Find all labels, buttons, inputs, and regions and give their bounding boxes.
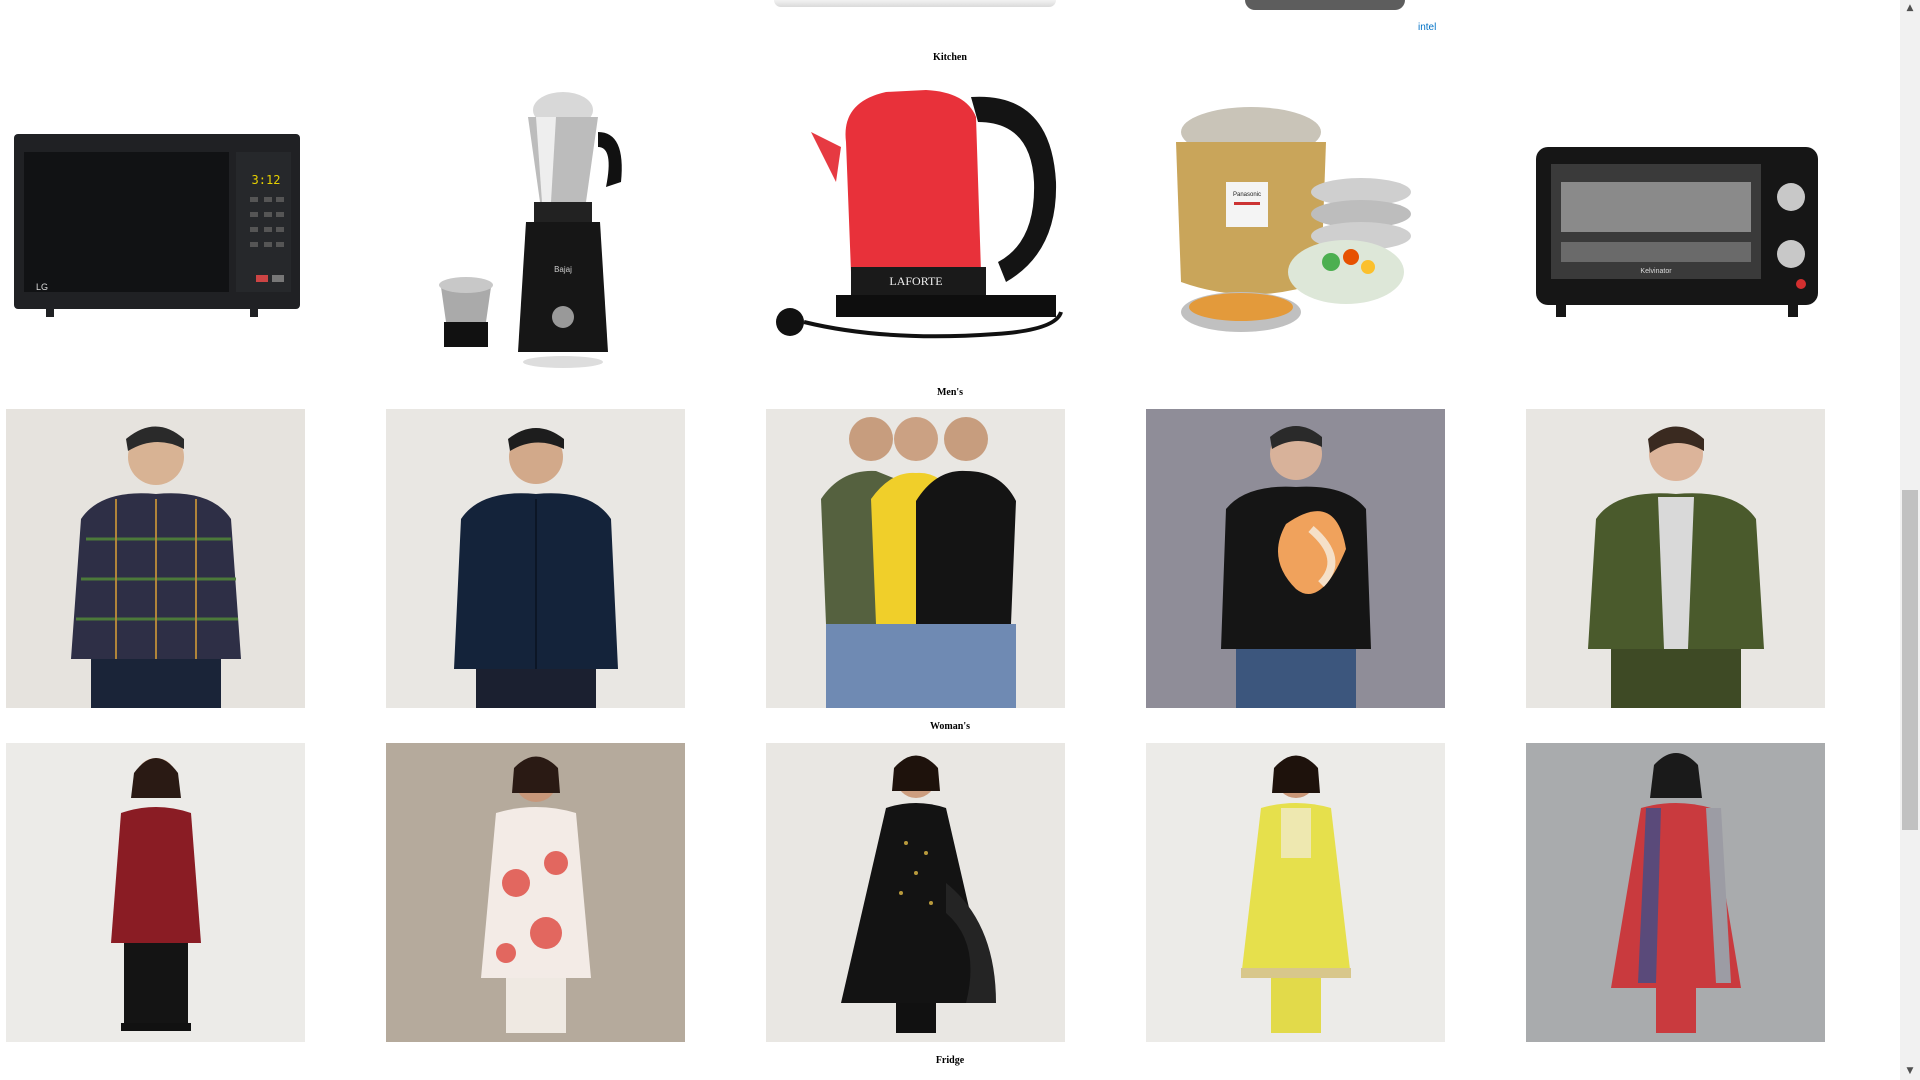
svg-text:Bajaj: Bajaj — [554, 265, 572, 274]
partial-product-appliance[interactable] — [774, 0, 1056, 7]
vertical-scrollbar[interactable]: ▲ ▼ — [1900, 0, 1920, 1080]
mixer-grinder-image: Bajaj — [386, 72, 685, 371]
product-card-otg-oven[interactable]: Kelvinator — [1526, 72, 1825, 371]
black-anarkali-image — [766, 743, 1065, 1042]
microwave-image: 3:12 LG — [6, 72, 305, 371]
electric-kettle-image: LAFORTE — [766, 72, 1065, 371]
product-card-maroon-kurta[interactable] — [6, 743, 305, 1042]
product-card-denim-jacket[interactable] — [1526, 409, 1825, 708]
svg-text:Panasonic: Panasonic — [1233, 192, 1261, 198]
denim-jacket-image — [1526, 409, 1825, 708]
product-card-checked-shirt[interactable] — [6, 409, 305, 708]
product-card-electric-kettle[interactable]: LAFORTE — [766, 72, 1065, 371]
partial-product-laptop[interactable] — [1245, 0, 1405, 10]
section-heading-womens: Woman's — [929, 721, 970, 732]
maroon-kurta-image — [6, 743, 305, 1042]
product-card-printed-tshirt[interactable] — [1146, 409, 1445, 708]
svg-text:Kelvinator: Kelvinator — [1640, 268, 1672, 275]
product-card-yellow-kurta[interactable] — [1146, 743, 1445, 1042]
red-kurta-image — [1526, 743, 1825, 1042]
product-card-black-anarkali[interactable] — [766, 743, 1065, 1042]
product-card-microwave[interactable]: 3:12 LG — [6, 72, 305, 371]
top-partial-row — [0, 0, 1900, 20]
otg-oven-image: Kelvinator — [1526, 72, 1825, 371]
printed-tshirt-image — [1146, 409, 1445, 708]
tshirt-pack-image — [766, 409, 1065, 708]
checked-shirt-image — [6, 409, 305, 708]
svg-text:LAFORTE: LAFORTE — [889, 274, 942, 288]
product-card-red-kurta[interactable] — [1526, 743, 1825, 1042]
navy-shirt-image — [386, 409, 685, 708]
scrollbar-thumb[interactable] — [1902, 490, 1918, 830]
scroll-up-arrow-icon[interactable]: ▲ — [1900, 0, 1920, 17]
section-heading-kitchen: Kitchen — [933, 52, 967, 63]
section-heading-fridge: Fridge — [935, 1055, 965, 1066]
yellow-kurta-image — [1146, 743, 1445, 1042]
rice-cooker-image: Panasonic — [1146, 72, 1445, 371]
floral-kurta-image — [386, 743, 685, 1042]
section-heading-mens: Men's — [936, 387, 964, 398]
intel-logo: intel — [1418, 22, 1437, 33]
product-page: intel Kitchen 3:12 LG Bajaj LAFORTE Pana… — [0, 0, 1900, 1080]
svg-text:LG: LG — [36, 282, 48, 292]
product-card-rice-cooker[interactable]: Panasonic — [1146, 72, 1445, 371]
product-card-navy-shirt[interactable] — [386, 409, 685, 708]
scroll-down-arrow-icon[interactable]: ▼ — [1900, 1063, 1920, 1080]
product-card-tshirt-pack[interactable] — [766, 409, 1065, 708]
product-card-floral-kurta[interactable] — [386, 743, 685, 1042]
svg-text:3:12: 3:12 — [252, 173, 281, 187]
product-card-mixer-grinder[interactable]: Bajaj — [386, 72, 685, 371]
